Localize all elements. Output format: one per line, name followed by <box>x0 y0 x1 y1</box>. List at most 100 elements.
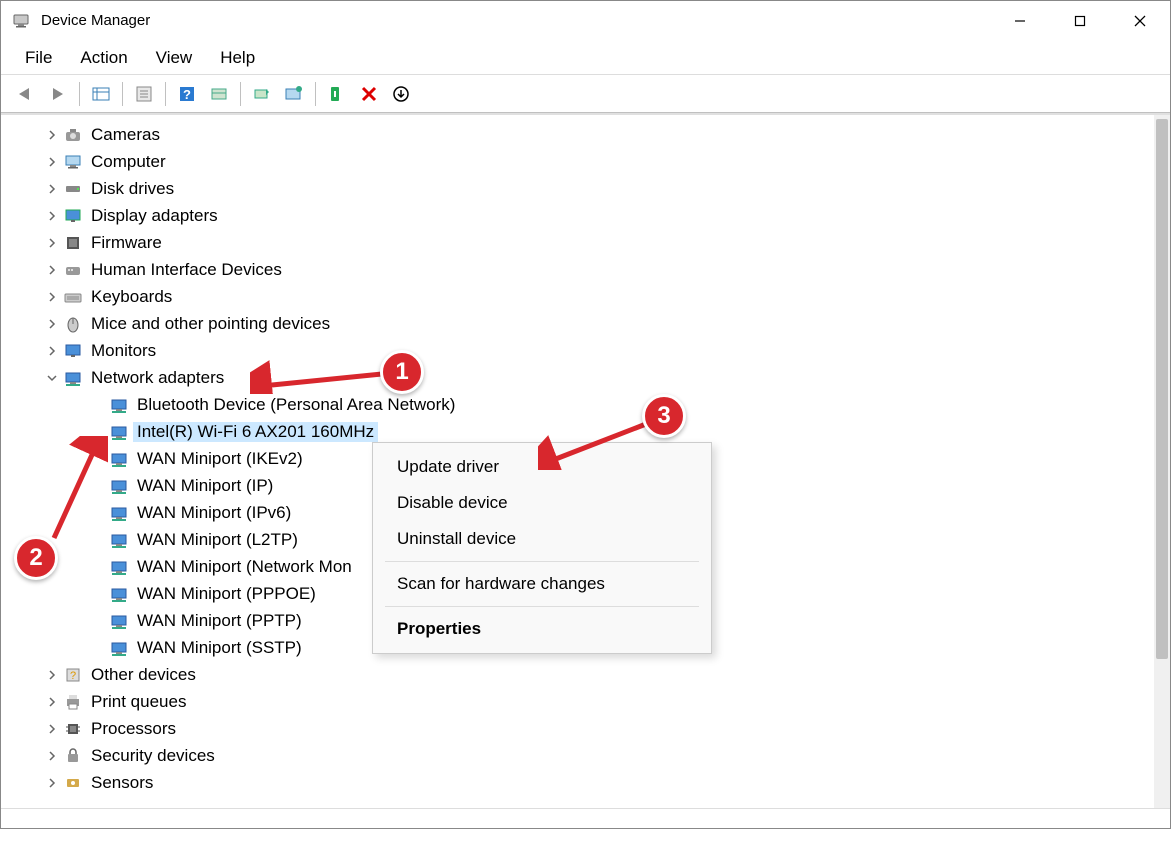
enable-button[interactable] <box>322 79 352 109</box>
statusbar <box>1 808 1170 828</box>
tree-label: Bluetooth Device (Personal Area Network) <box>133 395 459 415</box>
tree-category[interactable]: Security devices <box>1 742 1154 769</box>
expander-icon[interactable] <box>43 292 61 302</box>
expander-icon[interactable] <box>43 373 61 383</box>
forward-button[interactable] <box>43 79 73 109</box>
device-category-icon <box>63 125 83 145</box>
annotation-arrow-1 <box>250 358 390 394</box>
tree-device[interactable]: Bluetooth Device (Personal Area Network) <box>1 391 1154 418</box>
expander-icon[interactable] <box>43 778 61 788</box>
tree-category[interactable]: Monitors <box>1 337 1154 364</box>
tree-label: Human Interface Devices <box>87 260 286 280</box>
device-category-icon <box>63 692 83 712</box>
vertical-scrollbar[interactable] <box>1154 115 1170 808</box>
tree-label: Keyboards <box>87 287 176 307</box>
expander-icon[interactable] <box>43 724 61 734</box>
tree-label: Print queues <box>87 692 190 712</box>
network-adapter-icon <box>109 557 129 577</box>
tree-category[interactable]: Mice and other pointing devices <box>1 310 1154 337</box>
expander-icon[interactable] <box>43 319 61 329</box>
update-driver-button[interactable] <box>247 79 277 109</box>
expander-icon[interactable] <box>43 751 61 761</box>
scan-button[interactable] <box>204 79 234 109</box>
ctx-scan-hardware[interactable]: Scan for hardware changes <box>373 566 711 602</box>
tree-category[interactable]: Display adapters <box>1 202 1154 229</box>
tree-label: Computer <box>87 152 170 172</box>
tree-label: Security devices <box>87 746 219 766</box>
back-button[interactable] <box>11 79 41 109</box>
device-category-icon <box>63 341 83 361</box>
menu-view[interactable]: View <box>142 44 207 72</box>
disable-button[interactable] <box>354 79 384 109</box>
tree-label: WAN Miniport (L2TP) <box>133 530 302 550</box>
tree-category[interactable]: Print queues <box>1 688 1154 715</box>
annotation-badge-3: 3 <box>642 394 686 438</box>
ctx-separator <box>385 561 699 562</box>
device-category-icon: ? <box>63 665 83 685</box>
ctx-separator <box>385 606 699 607</box>
show-hidden-button[interactable] <box>86 79 116 109</box>
tree-label: Mice and other pointing devices <box>87 314 334 334</box>
device-category-icon <box>63 287 83 307</box>
ctx-properties[interactable]: Properties <box>373 611 711 647</box>
tree-label: WAN Miniport (IKEv2) <box>133 449 307 469</box>
tree-label: Other devices <box>87 665 200 685</box>
network-adapter-icon <box>109 503 129 523</box>
close-button[interactable] <box>1110 1 1170 40</box>
tree-category[interactable]: ?Other devices <box>1 661 1154 688</box>
tree-category[interactable]: Network adapters <box>1 364 1154 391</box>
uninstall-button[interactable] <box>279 79 309 109</box>
device-category-icon <box>63 719 83 739</box>
network-adapter-icon <box>109 611 129 631</box>
device-category-icon <box>63 206 83 226</box>
tree-category[interactable]: Computer <box>1 148 1154 175</box>
toolbar: ? <box>1 75 1170 113</box>
menu-help[interactable]: Help <box>206 44 269 72</box>
tree-category[interactable]: Keyboards <box>1 283 1154 310</box>
annotation-badge-1: 1 <box>380 350 424 394</box>
device-category-icon <box>63 773 83 793</box>
context-menu: Update driver Disable device Uninstall d… <box>372 442 712 654</box>
properties-button[interactable] <box>129 79 159 109</box>
minimize-button[interactable] <box>990 1 1050 40</box>
device-category-icon <box>63 233 83 253</box>
expander-icon[interactable] <box>43 130 61 140</box>
network-adapter-icon <box>109 476 129 496</box>
tree-label: WAN Miniport (IP) <box>133 476 277 496</box>
tree-category[interactable]: Cameras <box>1 121 1154 148</box>
expander-icon[interactable] <box>43 211 61 221</box>
network-adapter-icon <box>109 584 129 604</box>
expander-icon[interactable] <box>43 157 61 167</box>
tree-category[interactable]: Processors <box>1 715 1154 742</box>
menu-action[interactable]: Action <box>66 44 141 72</box>
expander-icon[interactable] <box>43 265 61 275</box>
tree-category[interactable]: Disk drives <box>1 175 1154 202</box>
tree-category[interactable]: Firmware <box>1 229 1154 256</box>
maximize-button[interactable] <box>1050 1 1110 40</box>
toolbar-separator <box>165 82 166 106</box>
tree-label: WAN Miniport (IPv6) <box>133 503 295 523</box>
toolbar-separator <box>315 82 316 106</box>
expander-icon[interactable] <box>43 238 61 248</box>
ctx-uninstall-device[interactable]: Uninstall device <box>373 521 711 557</box>
scan-hardware-button[interactable] <box>386 79 416 109</box>
tree-label: Monitors <box>87 341 160 361</box>
menu-file[interactable]: File <box>11 44 66 72</box>
annotation-arrow-3 <box>538 420 658 470</box>
tree-category[interactable]: Sensors <box>1 769 1154 796</box>
expander-icon[interactable] <box>43 346 61 356</box>
device-category-icon <box>63 368 83 388</box>
help-button[interactable]: ? <box>172 79 202 109</box>
tree-label: Processors <box>87 719 180 739</box>
toolbar-separator <box>122 82 123 106</box>
expander-icon[interactable] <box>43 670 61 680</box>
titlebar: Device Manager <box>1 1 1170 41</box>
toolbar-separator <box>240 82 241 106</box>
expander-icon[interactable] <box>43 184 61 194</box>
tree-label: WAN Miniport (SSTP) <box>133 638 306 658</box>
svg-text:?: ? <box>183 87 191 102</box>
expander-icon[interactable] <box>43 697 61 707</box>
tree-category[interactable]: Human Interface Devices <box>1 256 1154 283</box>
scrollbar-thumb[interactable] <box>1156 119 1168 659</box>
ctx-disable-device[interactable]: Disable device <box>373 485 711 521</box>
